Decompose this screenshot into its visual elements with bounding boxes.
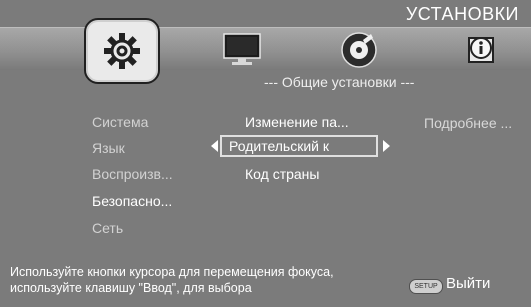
monitor-icon [223, 33, 261, 65]
left-menu-item-playback[interactable]: Воспроизв... [92, 166, 173, 182]
middle-menu-item-country-code[interactable]: Код страны [245, 166, 319, 182]
setup-button[interactable]: SETUP [409, 279, 443, 294]
tab-display[interactable] [214, 26, 270, 74]
exit-label[interactable]: Выйти [446, 275, 490, 292]
footer-hint: Используйте кнопки курсора для перемещен… [10, 264, 334, 296]
tab-info[interactable] [453, 26, 509, 74]
middle-menu-item-parental-control[interactable]: Родительский к [229, 138, 329, 154]
disc-icon [341, 32, 377, 68]
left-menu-item-security[interactable]: Безопасно... [92, 193, 172, 209]
gear-icon [104, 33, 140, 69]
footer-hint-line2: используйте клавишу "Ввод", для выбора [10, 281, 252, 295]
tab-audio[interactable] [331, 26, 387, 74]
header-title: УСТАНОВКИ [405, 4, 519, 24]
arrow-left-icon[interactable] [211, 140, 218, 152]
tab-system[interactable] [84, 18, 160, 84]
arrow-right-icon[interactable] [383, 140, 390, 152]
right-menu-item-details[interactable]: Подробнее ... [424, 115, 512, 131]
left-menu-item-language[interactable]: Язык [92, 140, 125, 156]
footer-hint-line1: Используйте кнопки курсора для перемещен… [10, 265, 334, 279]
section-subtitle: --- Общие установки --- [264, 74, 415, 90]
info-icon [468, 37, 494, 63]
left-menu-item-system[interactable]: Система [92, 114, 148, 130]
middle-menu-item-change-password[interactable]: Изменение па... [245, 114, 349, 130]
left-menu-item-network[interactable]: Сеть [92, 220, 123, 236]
